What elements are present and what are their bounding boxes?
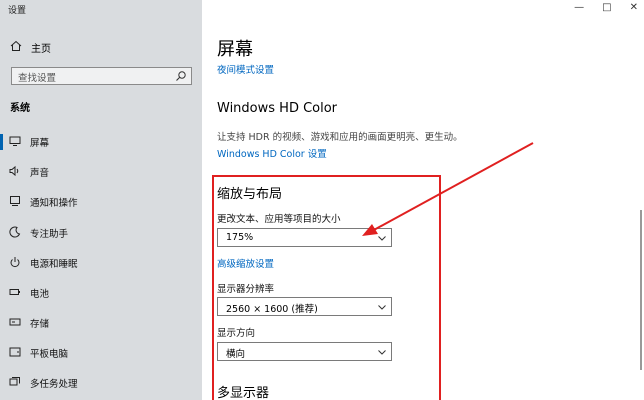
window-controls: — □ ✕ bbox=[574, 2, 638, 13]
scrollbar[interactable] bbox=[640, 210, 642, 370]
hd-color-heading: Windows HD Color bbox=[217, 101, 338, 116]
home-icon bbox=[10, 40, 22, 51]
hd-color-description: 让支持 HDR 的视频、游戏和应用的画面更明亮、更生动。 bbox=[217, 132, 463, 143]
maximize-button[interactable]: □ bbox=[602, 2, 611, 13]
sidebar-item-label: 专注助手 bbox=[30, 229, 69, 240]
sidebar-item-power[interactable]: 电源和睡眠 bbox=[0, 252, 202, 274]
sidebar-item-tablet[interactable]: 平板电脑 bbox=[0, 342, 202, 364]
sidebar-item-notifications[interactable]: 通知和操作 bbox=[0, 191, 202, 213]
monitor-icon bbox=[9, 136, 21, 146]
sidebar-item-display[interactable]: 屏幕 bbox=[0, 131, 202, 153]
moon-icon bbox=[9, 226, 21, 238]
hd-color-settings-link[interactable]: Windows HD Color 设置 bbox=[217, 146, 327, 160]
annotation-highlight-box bbox=[212, 175, 441, 400]
sidebar-item-focus-assist[interactable]: 专注助手 bbox=[0, 222, 202, 244]
sidebar-item-label: 存储 bbox=[30, 319, 50, 330]
battery-icon bbox=[9, 289, 20, 295]
sidebar-item-label: 屏幕 bbox=[30, 138, 50, 149]
sidebar-item-storage[interactable]: 存储 bbox=[0, 312, 202, 334]
search-placeholder: 查找设置 bbox=[18, 73, 57, 84]
sidebar-item-label: 多任务处理 bbox=[30, 379, 78, 390]
multitask-icon bbox=[9, 377, 20, 386]
sidebar-item-sound[interactable]: 声音 bbox=[0, 161, 202, 183]
active-indicator bbox=[0, 134, 3, 150]
power-icon bbox=[10, 257, 20, 268]
sidebar-item-label: 电源和睡眠 bbox=[30, 259, 78, 270]
search-input[interactable]: 查找设置 bbox=[11, 67, 192, 85]
sidebar-item-battery[interactable]: 电池 bbox=[0, 282, 202, 304]
sidebar-item-label: 通知和操作 bbox=[30, 198, 78, 209]
sidebar-home[interactable]: 主页 bbox=[0, 37, 202, 57]
sidebar-item-label: 平板电脑 bbox=[30, 349, 69, 360]
sidebar-item-multitasking[interactable]: 多任务处理 bbox=[0, 372, 202, 394]
search-icon[interactable] bbox=[175, 70, 187, 82]
sidebar: 设置 主页 查找设置 系统 屏幕 声音 通知和操作 专注助手 电源和睡眠 电池 … bbox=[0, 0, 202, 400]
notification-icon bbox=[10, 196, 20, 206]
speaker-icon bbox=[9, 165, 19, 177]
minimize-button[interactable]: — bbox=[574, 2, 584, 13]
sidebar-item-label: 声音 bbox=[30, 168, 50, 179]
close-button[interactable]: ✕ bbox=[630, 2, 638, 13]
app-title: 设置 bbox=[8, 6, 27, 16]
storage-icon bbox=[9, 318, 21, 326]
page-title: 屏幕 bbox=[217, 39, 253, 60]
section-system: 系统 bbox=[10, 103, 30, 114]
tablet-icon bbox=[9, 347, 21, 357]
night-mode-link[interactable]: 夜间模式设置 bbox=[217, 62, 274, 76]
sidebar-home-label: 主页 bbox=[31, 44, 51, 55]
sidebar-item-label: 电池 bbox=[30, 289, 50, 300]
content-pane: — □ ✕ 屏幕 夜间模式设置 Windows HD Color 让支持 HDR… bbox=[202, 0, 644, 400]
